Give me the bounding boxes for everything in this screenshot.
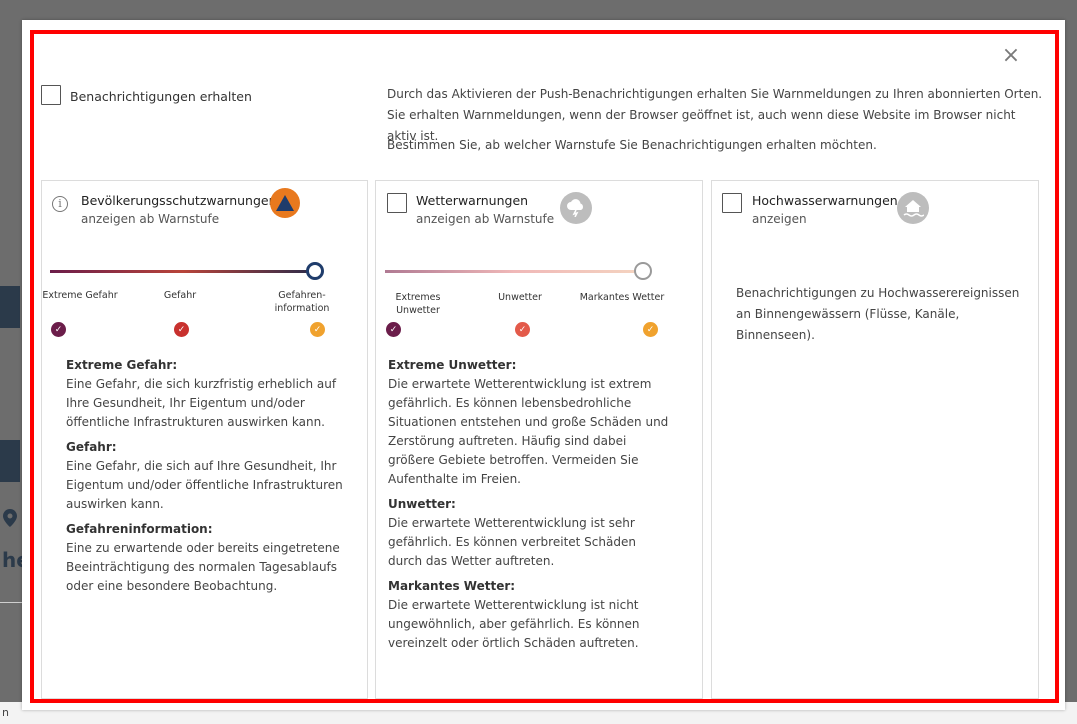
- info-icon[interactable]: i: [52, 196, 68, 212]
- receive-notifications-label: Benachrichtigungen erhalten: [70, 89, 252, 104]
- weather-warnings-checkbox[interactable]: [387, 193, 407, 213]
- card-subtitle-bevoelkerungsschutz: anzeigen ab Warnstufe: [81, 212, 220, 226]
- desc-heading: Gefahreninformation:: [66, 522, 213, 536]
- desc-heading: Extreme Unwetter:: [388, 358, 517, 372]
- tick-label-information: Gefahren- information: [274, 290, 330, 314]
- description-list-civil: Extreme Gefahr: Eine Gefahr, die sich ku…: [66, 356, 356, 602]
- desc-text: Die erwartete Wetterentwicklung ist sehr…: [388, 516, 636, 568]
- level-dot-information[interactable]: ✓: [310, 322, 325, 337]
- desc-text: Eine Gefahr, die sich kurzfristig erhebl…: [66, 377, 337, 429]
- tick-label-notable-weather: Markantes Wetter: [579, 292, 665, 303]
- weather-slider-knob[interactable]: [634, 262, 652, 280]
- level-dot-extreme-weather[interactable]: ✓: [386, 322, 401, 337]
- background-footer-text: n: [2, 706, 9, 719]
- level-dot-danger[interactable]: ✓: [174, 322, 189, 337]
- flood-house-icon: [897, 192, 929, 224]
- civil-protection-level-slider-track[interactable]: [50, 270, 315, 273]
- background-nav-block: [0, 440, 20, 482]
- weather-level-slider-track[interactable]: [385, 270, 643, 273]
- desc-text: Eine Gefahr, die sich auf Ihre Gesundhei…: [66, 459, 343, 511]
- card-title-wetter: Wetterwarnungen: [416, 193, 529, 208]
- close-icon[interactable]: ×: [1001, 45, 1021, 67]
- background-nav-block: [0, 286, 20, 328]
- card-hochwasser: [711, 180, 1039, 699]
- flood-description: Benachrichtigungen zu Hochwasserereignis…: [736, 286, 1020, 342]
- background-divider: [0, 602, 22, 603]
- civil-protection-badge-icon: [270, 188, 300, 218]
- intro-paragraph-2: Bestimmen Sie, ab welcher Warnstufe Sie …: [387, 138, 877, 152]
- tick-label-danger: Gefahr: [163, 290, 197, 301]
- desc-heading: Extreme Gefahr:: [66, 358, 178, 372]
- location-pin-icon: [3, 509, 17, 527]
- card-title-hochwasser: Hochwasserwarnungen: [752, 193, 898, 208]
- weather-cloud-icon: [560, 192, 592, 224]
- level-dot-notable-weather[interactable]: ✓: [643, 322, 658, 337]
- desc-heading: Gefahr:: [66, 440, 117, 454]
- flood-warnings-checkbox[interactable]: [722, 193, 742, 213]
- civil-protection-slider-knob[interactable]: [306, 262, 324, 280]
- desc-text: Die erwartete Wetterentwicklung ist extr…: [388, 377, 669, 486]
- desc-text: Die erwartete Wetterentwicklung ist nich…: [388, 598, 640, 650]
- desc-heading: Markantes Wetter:: [388, 579, 516, 593]
- card-subtitle-wetter: anzeigen ab Warnstufe: [416, 212, 555, 226]
- card-subtitle-hochwasser: anzeigen: [752, 212, 807, 226]
- description-list-weather: Extreme Unwetter: Die erwartete Wetteren…: [388, 356, 673, 659]
- receive-notifications-checkbox[interactable]: [41, 85, 61, 105]
- desc-text: Eine zu erwartende oder bereits eingetre…: [66, 541, 340, 593]
- tick-label-severe-weather: Unwetter: [498, 292, 542, 303]
- tick-label-extreme: Extreme Gefahr: [42, 290, 118, 301]
- level-dot-severe-weather[interactable]: ✓: [515, 322, 530, 337]
- tick-label-extreme-weather: Extremes Unwetter: [395, 292, 441, 316]
- desc-heading: Unwetter:: [388, 497, 456, 511]
- level-dot-extreme[interactable]: ✓: [51, 322, 66, 337]
- card-title-bevoelkerungsschutz: Bevölkerungsschutzwarnungen: [81, 193, 277, 208]
